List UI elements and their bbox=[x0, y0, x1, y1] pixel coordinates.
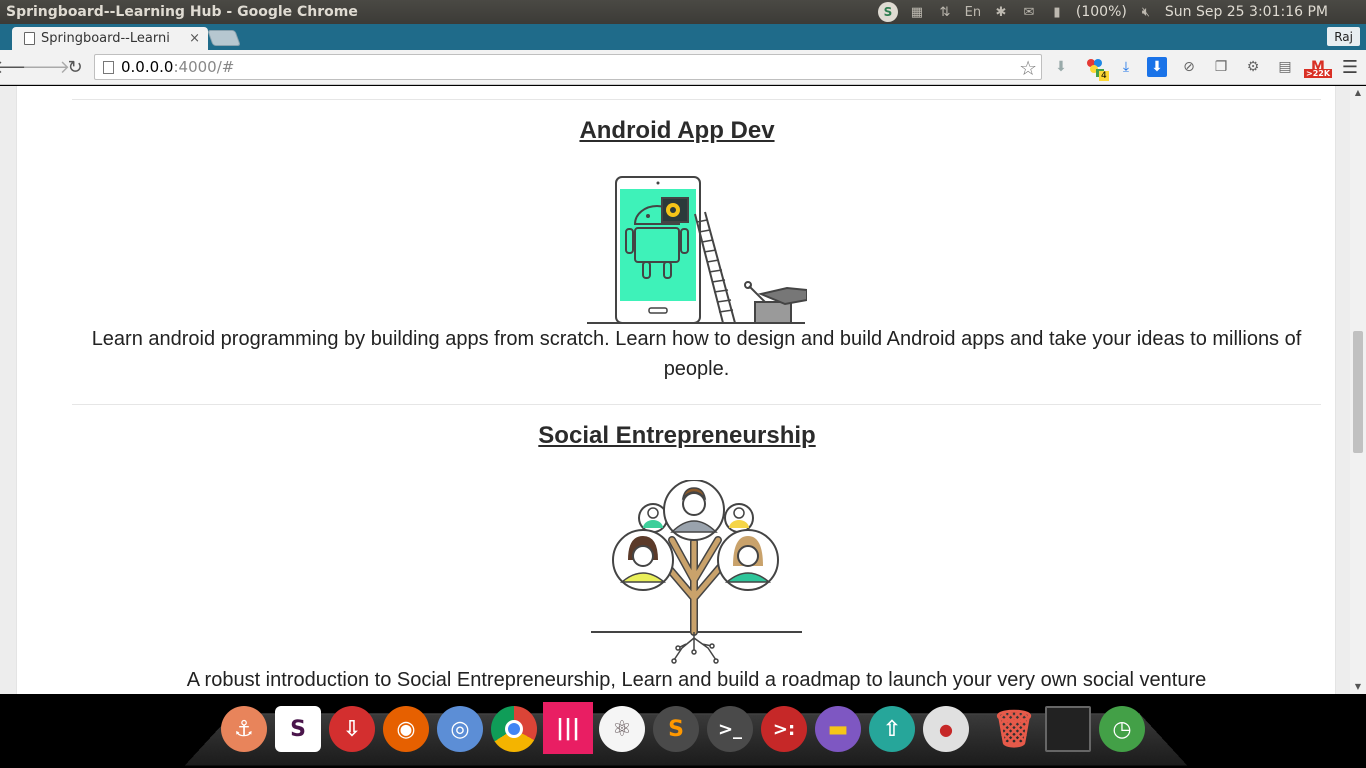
social-entrepreneurship-illustration bbox=[591, 480, 802, 664]
bluetooth-icon[interactable]: ✱ bbox=[992, 3, 1010, 21]
clock-icon[interactable]: ◷ bbox=[1099, 706, 1145, 752]
dock: ⚓ S ⇩ ◉ ◎ ||| ⚛ S >_ >: ▬ ⇧ ● 🗑︎ ◷ bbox=[0, 694, 1366, 768]
course-description-social-entrepreneurship: A robust introduction to Social Entrepre… bbox=[186, 669, 1207, 691]
git-terminal-icon[interactable]: >: bbox=[761, 706, 807, 752]
window-title: Springboard--Learning Hub - Google Chrom… bbox=[6, 4, 358, 20]
messages-icon[interactable]: ✉ bbox=[1020, 3, 1038, 21]
network-icon[interactable]: ⇅ bbox=[936, 3, 954, 21]
course-title-android[interactable]: Android App Dev bbox=[17, 117, 1337, 145]
scroll-up-icon[interactable]: ▲ bbox=[1350, 86, 1366, 100]
volume-icon[interactable]: 🔇︎ bbox=[1137, 3, 1155, 21]
page-info-icon[interactable] bbox=[103, 60, 114, 74]
bookmark-star-icon[interactable]: ☆ bbox=[1019, 56, 1037, 80]
course-description-android: Learn android programming by building ap… bbox=[91, 328, 1302, 380]
url-host: 0.0.0.0 bbox=[121, 58, 174, 76]
downloader-icon[interactable]: ⤓ bbox=[1116, 57, 1136, 77]
course-list: Android App Dev Learn android programmin… bbox=[16, 86, 1336, 694]
settings-extension-icon[interactable]: ⚙ bbox=[1243, 57, 1263, 77]
compass-icon[interactable]: ⊘ bbox=[1179, 57, 1199, 77]
files-icon[interactable]: ▬ bbox=[815, 706, 861, 752]
chromium-icon[interactable]: ◎ bbox=[437, 706, 483, 752]
toggle-icon[interactable]: ● bbox=[923, 706, 969, 752]
system-tray: S ▦ ⇅ En ✱ ✉ ▮ (100%) 🔇︎ Sun Sep 25 3:01… bbox=[877, 0, 1366, 24]
url-path: :4000/# bbox=[173, 58, 235, 76]
skype-icon[interactable]: S bbox=[877, 2, 898, 22]
save-icon[interactable]: ⬇ bbox=[1147, 57, 1167, 77]
course-title-social-entrepreneurship[interactable]: Social Entrepreneurship bbox=[17, 422, 1337, 450]
divider bbox=[72, 404, 1321, 405]
gmail-badge: >22K bbox=[1304, 69, 1333, 78]
tab-springboard[interactable]: Springboard--Learni × bbox=[12, 27, 208, 50]
gitkraken-icon[interactable]: ||| bbox=[543, 702, 593, 754]
tab-close-icon[interactable]: × bbox=[189, 31, 200, 46]
reader-icon[interactable]: ▤ bbox=[1275, 57, 1295, 77]
atom-icon[interactable]: ⚛ bbox=[599, 706, 645, 752]
sublime-icon[interactable]: S bbox=[653, 706, 699, 752]
page-viewport: Android App Dev Learn android programmin… bbox=[0, 86, 1366, 694]
keyboard-icon[interactable]: En bbox=[964, 3, 982, 21]
system-top-panel: Springboard--Learning Hub - Google Chrom… bbox=[0, 0, 1366, 24]
android-illustration bbox=[587, 176, 807, 324]
tab-strip: Springboard--Learni × Raj bbox=[0, 24, 1366, 50]
forward-arrow-icon[interactable]: 🡒 bbox=[22, 56, 70, 78]
battery-percent[interactable]: (100%) bbox=[1076, 4, 1127, 20]
new-tab-button[interactable] bbox=[207, 30, 241, 46]
clock[interactable]: Sun Sep 25 3:01:16 PM bbox=[1165, 4, 1328, 20]
browser-toolbar: 🡐 🡒 ↻ 0.0.0.0:4000/# ☆ ⬇ 4 ⤓ ⬇ ⊘ ❐ ⚙ ▤ M… bbox=[0, 50, 1366, 85]
firefox-icon[interactable]: ◉ bbox=[383, 706, 429, 752]
menu-icon[interactable]: ☰ bbox=[1340, 57, 1360, 78]
scroll-thumb[interactable] bbox=[1353, 331, 1363, 453]
extension-badge: 4 bbox=[1099, 71, 1109, 81]
divider bbox=[72, 99, 1321, 100]
profile-button[interactable]: Raj bbox=[1327, 27, 1360, 46]
cpu-icon[interactable]: ▦ bbox=[908, 3, 926, 21]
trash-icon[interactable]: 🗑︎ bbox=[991, 706, 1037, 752]
tab-title: Springboard--Learni bbox=[41, 31, 170, 46]
reload-icon[interactable]: ↻ bbox=[64, 56, 86, 78]
page-icon bbox=[24, 32, 35, 45]
workspaces-icon[interactable] bbox=[1045, 706, 1091, 752]
uget-icon[interactable]: ⇩ bbox=[329, 706, 375, 752]
copy-icon[interactable]: ❐ bbox=[1211, 57, 1231, 77]
scroll-down-icon[interactable]: ▼ bbox=[1350, 680, 1366, 694]
update-icon[interactable]: ⇧ bbox=[869, 706, 915, 752]
terminal-icon[interactable]: >_ bbox=[707, 706, 753, 752]
battery-icon[interactable]: ▮ bbox=[1048, 3, 1066, 21]
anchor-icon[interactable]: ⚓ bbox=[221, 706, 267, 752]
address-bar[interactable]: 0.0.0.0:4000/# ☆ bbox=[94, 54, 1042, 80]
page-scrollbar[interactable]: ▲ ▼ bbox=[1350, 86, 1366, 694]
download-arrow-icon[interactable]: ⬇ bbox=[1051, 57, 1071, 77]
chrome-icon[interactable] bbox=[491, 706, 537, 752]
slack-icon[interactable]: S bbox=[275, 706, 321, 752]
